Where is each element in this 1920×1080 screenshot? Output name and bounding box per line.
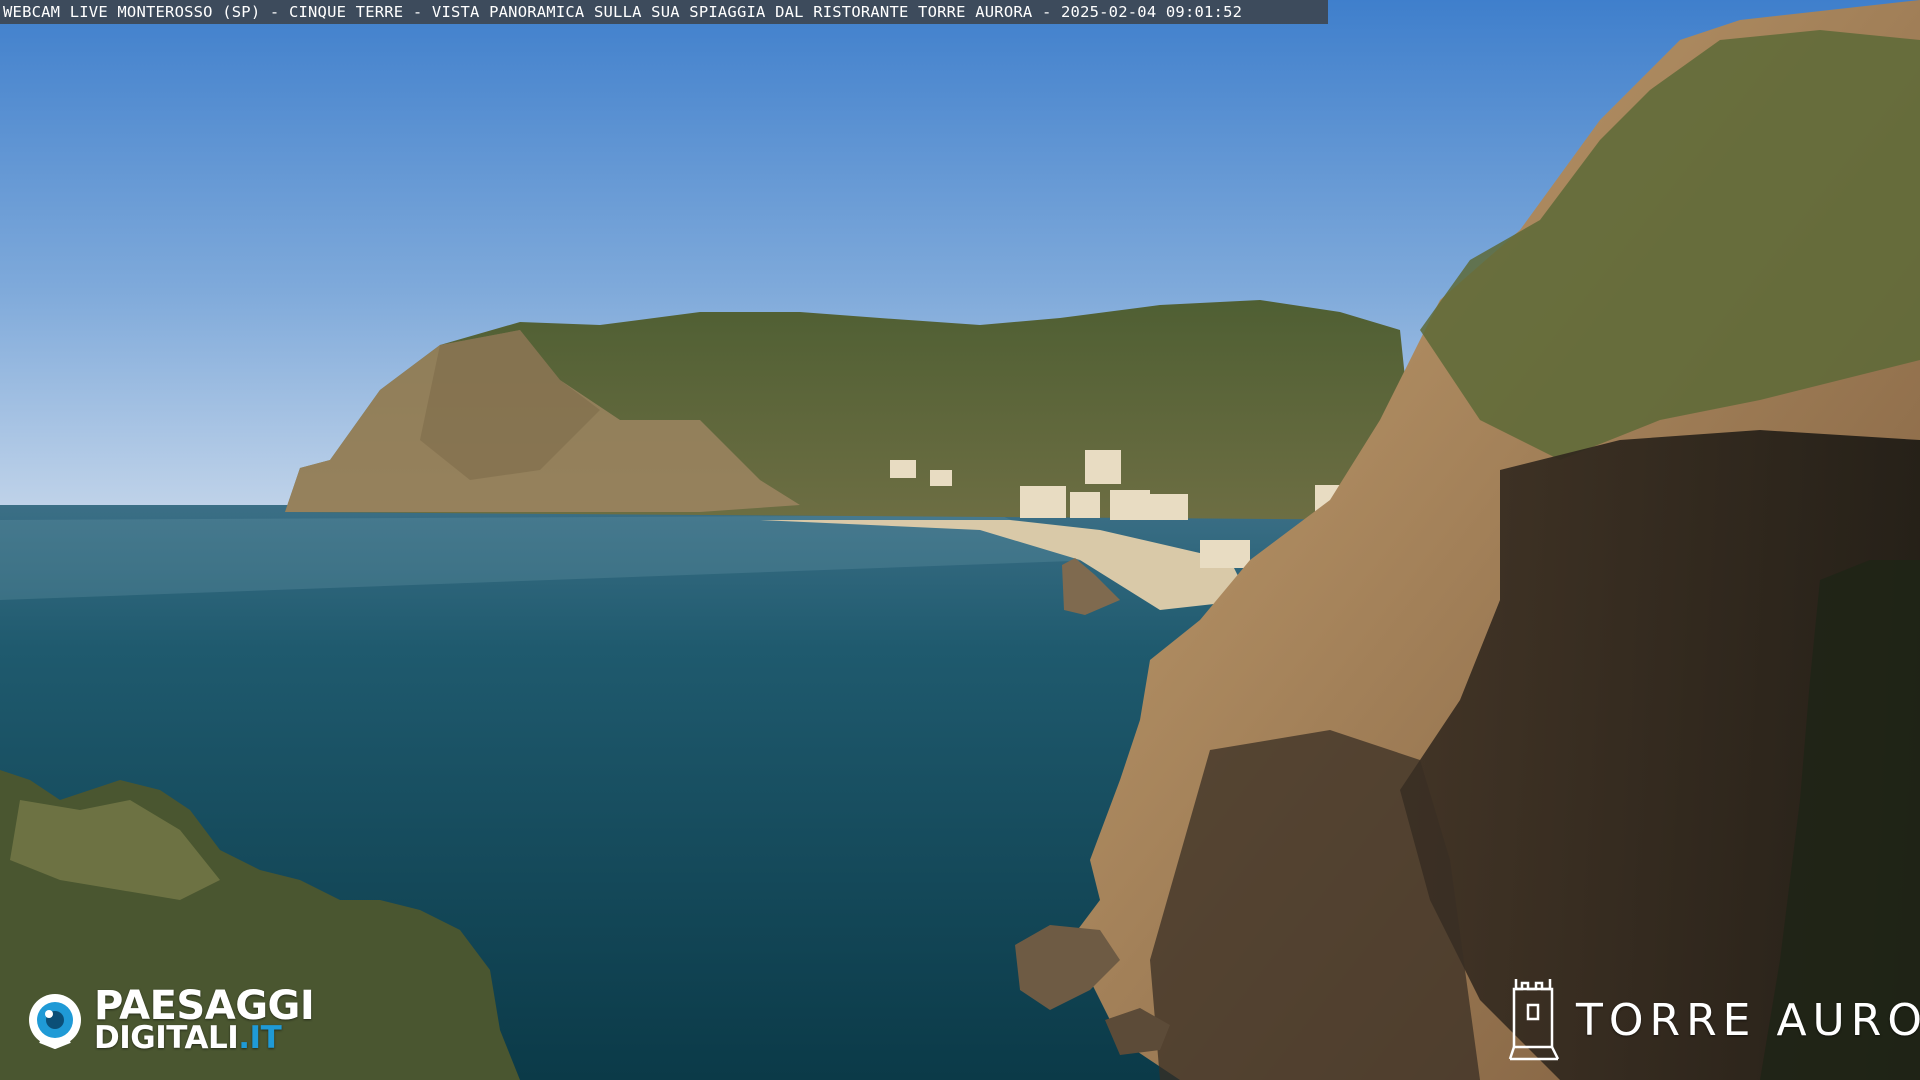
webcam-caption: WEBCAM LIVE MONTEROSSO (SP) - CINQUE TER… xyxy=(0,0,1328,24)
paesaggi-digitali-logo: PAESAGGI DIGITALI.IT xyxy=(26,985,336,1057)
logo-text-digitali-main: DIGITALI xyxy=(94,1020,239,1056)
tower-logo-icon xyxy=(1508,979,1560,1061)
logo-text-tld: .IT xyxy=(238,1020,282,1056)
panorama-scene xyxy=(0,0,1920,1080)
logo-text-digitali: DIGITALI.IT xyxy=(94,1020,282,1056)
webcam-frame: WEBCAM LIVE MONTEROSSO (SP) - CINQUE TER… xyxy=(0,0,1920,1080)
torre-aurora-logo: TORRE AURORA xyxy=(1506,975,1920,1065)
eye-logo-icon xyxy=(29,994,81,1049)
logo-text-torre-aurora: TORRE AURORA xyxy=(1576,995,1920,1046)
